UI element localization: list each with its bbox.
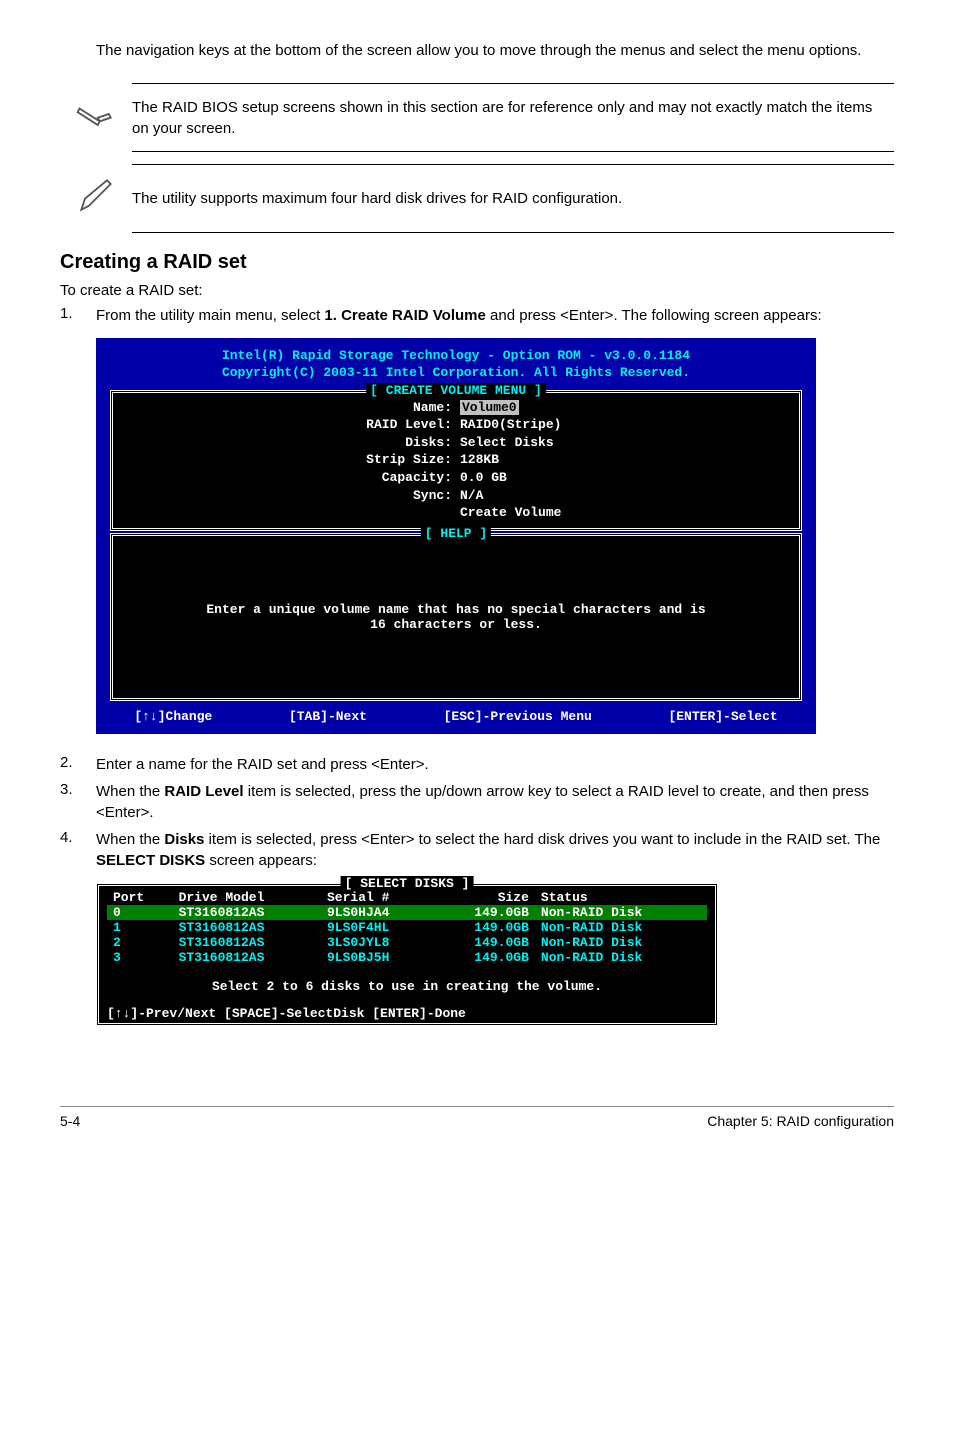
table-row[interactable]: 3ST3160812AS9LS0BJ5H149.0GBNon-RAID Disk: [107, 950, 707, 965]
page-number: 5-4: [60, 1113, 80, 1129]
step-number: 3.: [60, 781, 96, 823]
step-3: 3. When the RAID Level item is selected,…: [60, 781, 894, 823]
box-title: [ HELP ]: [421, 526, 491, 541]
step-number: 1.: [60, 305, 96, 326]
disks-nav: [↑↓]-Prev/Next [SPACE]-SelectDisk [ENTER…: [107, 1004, 707, 1021]
raid-level-field[interactable]: RAID0(Stripe): [460, 416, 789, 434]
table-row[interactable]: 0ST3160812AS9LS0HJA4149.0GBNon-RAID Disk: [107, 905, 707, 920]
step-1: 1. From the utility main menu, select 1.…: [60, 305, 894, 326]
disks-table: Port Drive Model Serial # Size Status 0S…: [107, 890, 707, 965]
step-text: Enter a name for the RAID set and press …: [96, 754, 894, 775]
pencil-icon: [60, 173, 132, 224]
strip-size-field[interactable]: 128KB: [460, 451, 789, 469]
hand-point-icon: [60, 92, 132, 143]
bios-header: Intel(R) Rapid Storage Technology - Opti…: [96, 346, 816, 388]
create-volume-action[interactable]: Create Volume: [460, 504, 789, 522]
volume-name-field[interactable]: Volume0: [460, 400, 519, 415]
section-heading: Creating a RAID set: [60, 251, 894, 274]
table-row[interactable]: 2ST3160812AS3LS0JYL8149.0GBNon-RAID Disk: [107, 935, 707, 950]
disks-instruction: Select 2 to 6 disks to use in creating t…: [107, 965, 707, 1004]
step-text: When the Disks item is selected, press <…: [96, 829, 894, 871]
step-4: 4. When the Disks item is selected, pres…: [60, 829, 894, 871]
page-footer: 5-4 Chapter 5: RAID configuration: [60, 1106, 894, 1129]
section-intro: To create a RAID set:: [60, 282, 894, 299]
note-reference: The RAID BIOS setup screens shown in thi…: [60, 83, 894, 152]
step-number: 2.: [60, 754, 96, 775]
note-text: The RAID BIOS setup screens shown in thi…: [132, 97, 894, 139]
step-text: From the utility main menu, select 1. Cr…: [96, 305, 894, 326]
table-row[interactable]: 1ST3160812AS9LS0F4HL149.0GBNon-RAID Disk: [107, 920, 707, 935]
box-title: [ SELECT DISKS ]: [341, 876, 474, 891]
table-header-row: Port Drive Model Serial # Size Status: [107, 890, 707, 905]
step-number: 4.: [60, 829, 96, 871]
intro-paragraph: The navigation keys at the bottom of the…: [96, 40, 894, 61]
note-text: The utility supports maximum four hard d…: [132, 188, 894, 209]
box-title: [ CREATE VOLUME MENU ]: [366, 383, 546, 398]
bios-create-volume-screen: Intel(R) Rapid Storage Technology - Opti…: [96, 338, 816, 734]
sync-field: N/A: [460, 487, 789, 505]
nav-prev[interactable]: [ESC]-Previous Menu: [444, 709, 592, 724]
chapter-label: Chapter 5: RAID configuration: [707, 1113, 894, 1129]
nav-select[interactable]: [ENTER]-Select: [668, 709, 777, 724]
note-max-drives: The utility supports maximum four hard d…: [60, 164, 894, 233]
bios-nav-bar: [↑↓]Change [TAB]-Next [ESC]-Previous Men…: [96, 703, 816, 726]
create-volume-menu: [ CREATE VOLUME MENU ] Name:Volume0 RAID…: [110, 390, 802, 531]
step-2: 2. Enter a name for the RAID set and pre…: [60, 754, 894, 775]
help-box: [ HELP ] Enter a unique volume name that…: [110, 533, 802, 701]
disks-field[interactable]: Select Disks: [460, 434, 789, 452]
select-disks-screen: [ SELECT DISKS ] Port Drive Model Serial…: [96, 883, 718, 1026]
nav-next[interactable]: [TAB]-Next: [289, 709, 367, 724]
capacity-field[interactable]: 0.0 GB: [460, 469, 789, 487]
step-text: When the RAID Level item is selected, pr…: [96, 781, 894, 823]
nav-change[interactable]: [↑↓]Change: [134, 709, 212, 724]
